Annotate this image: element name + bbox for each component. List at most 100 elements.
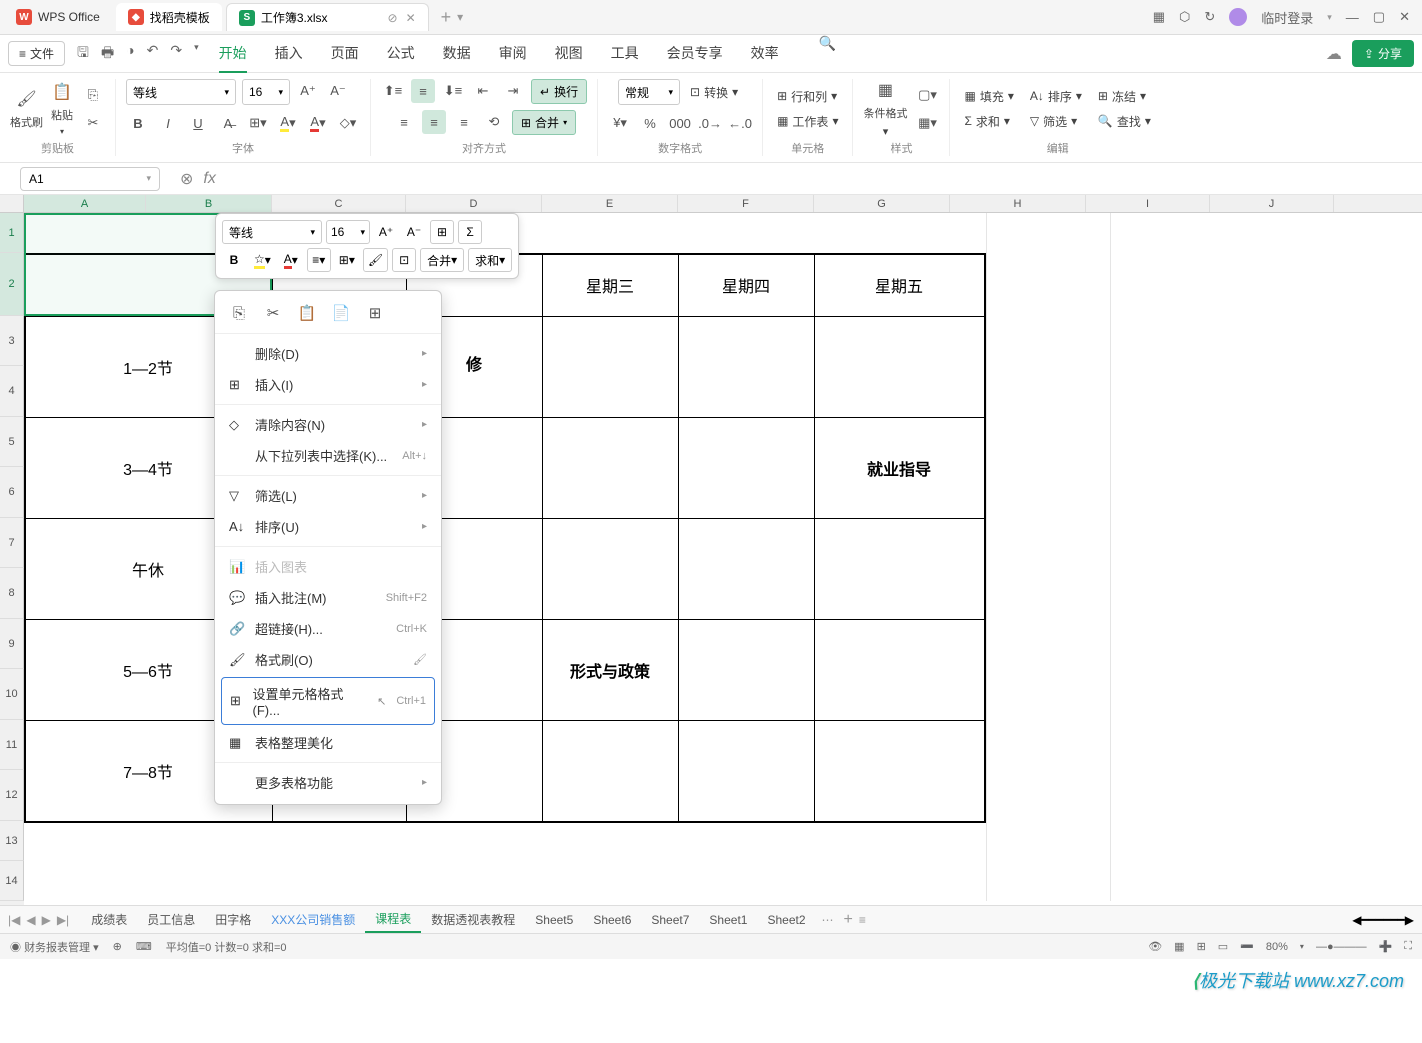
copy-button[interactable]: ⎘ <box>81 83 105 107</box>
row-header-10[interactable]: 10 <box>0 669 24 720</box>
tab-efficiency[interactable]: 效率 <box>751 35 779 73</box>
zoom-level[interactable]: 80% <box>1266 941 1288 953</box>
sheet-tab-5[interactable]: 数据透视表教程 <box>421 907 525 932</box>
undo-button[interactable]: ↶ <box>147 42 159 66</box>
find-button[interactable]: 🔍查找▾ <box>1094 111 1155 132</box>
col-header-E[interactable]: E <box>542 195 678 212</box>
print-icon[interactable]: 🖶 <box>101 42 114 66</box>
tab-formula[interactable]: 公式 <box>387 35 415 73</box>
fullscreen-icon[interactable]: ⛶ <box>1404 940 1412 953</box>
tab-tools[interactable]: 工具 <box>611 35 639 73</box>
mode-icon[interactable]: ⊕ <box>113 940 122 953</box>
file-menu-button[interactable]: ≡ 文件 <box>8 41 65 66</box>
col-header-A[interactable]: A <box>24 195 146 212</box>
col-header-I[interactable]: I <box>1086 195 1210 212</box>
share-button[interactable]: ⇪ 分享 <box>1352 40 1414 67</box>
close-tab-icon[interactable]: ✕ <box>406 11 416 25</box>
align-top-button[interactable]: ⬆≡ <box>381 79 405 103</box>
mini-inc-font[interactable]: A⁺ <box>374 220 398 244</box>
zoom-out-button[interactable]: ➖ <box>1240 940 1254 953</box>
select-all-corner[interactable] <box>0 195 24 212</box>
increase-font-button[interactable]: A⁺ <box>296 79 320 103</box>
mini-font-select[interactable]: 等线▾ <box>222 220 322 244</box>
row-header-6[interactable]: 6 <box>0 467 24 518</box>
font-size-select[interactable]: 16▾ <box>242 79 290 105</box>
sheet-prev-button[interactable]: ◀ <box>26 913 35 927</box>
wrap-text-button[interactable]: ↵换行 <box>531 79 587 104</box>
number-format-select[interactable]: 常规▾ <box>618 79 680 105</box>
add-sheet-button[interactable]: + <box>844 911 853 929</box>
ctx-beautify[interactable]: ▦表格整理美化 <box>215 727 441 758</box>
align-middle-button[interactable]: ≡ <box>411 79 435 103</box>
sheet-tab-6[interactable]: Sheet5 <box>525 909 583 931</box>
fx-icon[interactable]: fx <box>203 170 215 188</box>
sheet-tab-7[interactable]: Sheet6 <box>583 909 641 931</box>
view-page-icon[interactable]: ▦ <box>1174 940 1184 953</box>
borders-button[interactable]: ⊞▾ <box>246 111 270 135</box>
app-grid-icon[interactable]: ▦ <box>1153 9 1165 25</box>
name-box[interactable]: A1▾ <box>20 167 160 191</box>
ctx-insert[interactable]: ⊞插入(I)▸ <box>215 369 441 400</box>
row-header-14[interactable]: 14 <box>0 861 24 901</box>
mini-fontsize-select[interactable]: 16▾ <box>326 220 370 244</box>
decrease-font-button[interactable]: A⁻ <box>326 79 350 103</box>
convert-button[interactable]: ⊡转换▾ <box>686 79 742 105</box>
style-button-2[interactable]: ▦▾ <box>915 111 939 135</box>
ctx-cell-format[interactable]: ⊞设置单元格格式(F)...↖Ctrl+1 <box>221 677 435 725</box>
qa-chevron-icon[interactable]: ▾ <box>194 42 199 66</box>
ctx-paste-special-icon[interactable]: 📄 <box>331 303 351 323</box>
ctx-cut-icon[interactable]: ✂ <box>263 303 283 323</box>
cond-format-button[interactable]: ▦条件格式▾ <box>863 79 907 138</box>
col-header-C[interactable]: C <box>272 195 406 212</box>
col-header-B[interactable]: B <box>146 195 272 212</box>
row-header-5[interactable]: 5 <box>0 417 24 467</box>
increase-decimal-button[interactable]: .0→ <box>698 111 722 135</box>
pin-icon[interactable]: ⊘ <box>388 11 398 25</box>
decrease-decimal-button[interactable]: ←.0 <box>728 111 752 135</box>
comma-button[interactable]: 000 <box>668 111 692 135</box>
sheet-more-icon[interactable]: ⋯ <box>822 913 834 927</box>
view-normal-icon[interactable]: 👁 <box>1148 940 1162 953</box>
currency-button[interactable]: ¥▾ <box>608 111 632 135</box>
sort-button[interactable]: A↓排序▾ <box>1026 86 1086 107</box>
font-color-button[interactable]: A▾ <box>306 111 330 135</box>
format-painter-button[interactable]: 🖌格式刷 <box>10 88 43 130</box>
cube-icon[interactable]: ⬡ <box>1179 9 1190 25</box>
filter-button[interactable]: ▽筛选▾ <box>1026 111 1086 132</box>
sheet-tab-4[interactable]: 课程表 <box>365 906 421 933</box>
ctx-copy-icon[interactable]: ⎘ <box>229 303 249 323</box>
worksheet-button[interactable]: ▦工作表▾ <box>773 111 842 132</box>
tab-member[interactable]: 会员专享 <box>667 35 723 73</box>
ctx-dropdown[interactable]: 从下拉列表中选择(K)...Alt+↓ <box>215 440 441 471</box>
mini-merge-button[interactable]: ⊞ <box>430 220 454 244</box>
align-center-button[interactable]: ≡ <box>422 110 446 134</box>
file-tab[interactable]: S 工作簿3.xlsx ⊘ ✕ <box>226 3 429 31</box>
ctx-more[interactable]: 更多表格功能▸ <box>215 767 441 798</box>
ctx-sort[interactable]: A↓排序(U)▸ <box>215 511 441 542</box>
search-icon[interactable]: 🔍 <box>819 35 836 73</box>
view-reading-icon[interactable]: ▭ <box>1218 940 1228 953</box>
rowcol-button[interactable]: ⊞行和列▾ <box>773 86 842 107</box>
view-layout-icon[interactable]: ⊞ <box>1197 940 1206 953</box>
align-left-button[interactable]: ≡ <box>392 110 416 134</box>
mini-dec-font[interactable]: A⁻ <box>402 220 426 244</box>
login-chevron-icon[interactable]: ▾ <box>1327 12 1332 23</box>
tab-home[interactable]: 开始 <box>219 35 247 73</box>
fill-button[interactable]: ▦填充▾ <box>960 86 1017 107</box>
mini-highlight[interactable]: ☆▾ <box>250 248 275 272</box>
row-header-13[interactable]: 13 <box>0 821 24 861</box>
sheet-tab-2[interactable]: 田字格 <box>205 907 261 932</box>
sheet-tab-0[interactable]: 成绩表 <box>81 907 137 932</box>
cloud-icon[interactable]: ☁ <box>1326 44 1342 64</box>
mini-sigma-button[interactable]: Σ <box>458 220 482 244</box>
mini-bold[interactable]: B <box>222 248 246 272</box>
sheet-first-button[interactable]: |◀ <box>8 913 20 927</box>
new-tab-button[interactable]: + <box>441 7 452 28</box>
history-icon[interactable]: ↻ <box>1204 9 1215 25</box>
col-header-D[interactable]: D <box>406 195 542 212</box>
mini-autofit[interactable]: ⊡ <box>392 248 416 272</box>
save-icon[interactable]: 🖫 <box>77 42 89 66</box>
merge-cells-button[interactable]: ⊞合并▾ <box>512 110 576 135</box>
col-header-F[interactable]: F <box>678 195 814 212</box>
ctx-delete[interactable]: 删除(D)▸ <box>215 338 441 369</box>
